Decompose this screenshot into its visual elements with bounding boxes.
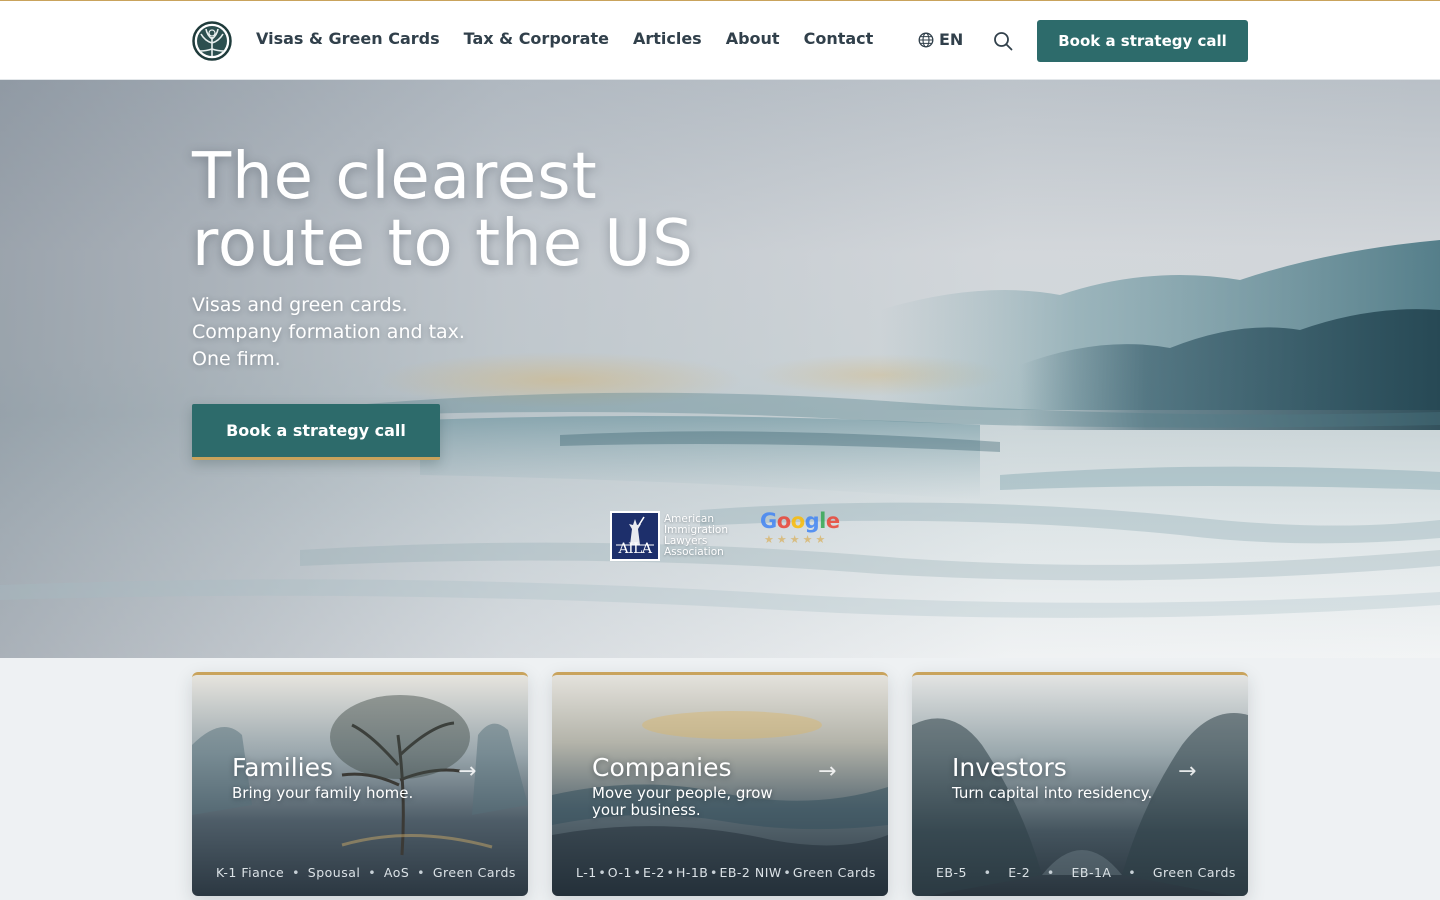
tag-separator: • [983, 865, 992, 880]
card-investors-description: Turn capital into residency. [952, 784, 1153, 802]
card-tag: EB-5 [936, 865, 967, 880]
card-tag: EB-2 NIW [719, 865, 782, 880]
google-wordmark: Google [760, 509, 840, 533]
google-rating-stars: ★ ★ ★ ★ ★ [760, 533, 830, 546]
card-companies[interactable]: Companies Move your people, grow your bu… [552, 672, 888, 896]
nav-contact[interactable]: Contact [804, 29, 874, 48]
card-tag: Green Cards [1152, 865, 1236, 880]
arrow-right-icon: → [458, 759, 477, 784]
hero-title-line-1: The clearest [192, 140, 598, 214]
search-icon[interactable] [992, 30, 1014, 52]
star-icon: ★ [789, 533, 800, 546]
hero-subtitle-line-3: One firm. [192, 348, 281, 370]
hero-subtitle-line-1: Visas and green cards. [192, 294, 408, 316]
hero-section: The clearest route to the US Visas and g… [0, 80, 1440, 658]
card-companies-description: Move your people, grow your business. [592, 784, 773, 819]
hero-subtitle-line-2: Company formation and tax. [192, 321, 465, 343]
book-strategy-call-header-button[interactable]: Book a strategy call [1037, 20, 1248, 62]
tag-separator: • [368, 865, 377, 880]
card-investors-title: Investors [952, 753, 1067, 782]
nav-about[interactable]: About [726, 29, 780, 48]
card-tag: E-2 [1008, 865, 1031, 880]
card-tag: H-1B [675, 865, 709, 880]
tag-separator: • [1128, 865, 1137, 880]
site-header: Visas & Green Cards Tax & Corporate Arti… [0, 0, 1440, 80]
book-strategy-call-hero-button[interactable]: Book a strategy call [192, 404, 440, 460]
tag-separator: • [666, 865, 675, 880]
aila-name-line-4: Association [664, 546, 724, 558]
star-icon: ★ [802, 533, 813, 546]
language-label: EN [939, 30, 964, 49]
star-icon: ★ [764, 533, 774, 546]
card-families[interactable]: Families Bring your family home. → K-1 F… [192, 672, 528, 896]
card-families-tags: K-1 Fiance • Spousal • AoS • Green Cards [216, 865, 516, 880]
main-nav: Visas & Green Cards Tax & Corporate Arti… [256, 29, 873, 48]
card-families-title: Families [232, 753, 334, 782]
nav-articles[interactable]: Articles [633, 29, 702, 48]
card-tag: Spousal [307, 865, 361, 880]
tag-separator: • [633, 865, 642, 880]
nav-visas-green-cards[interactable]: Visas & Green Cards [256, 29, 440, 48]
card-tag: L-1 [576, 865, 597, 880]
card-tag: Green Cards [792, 865, 876, 880]
language-selector[interactable]: EN [918, 30, 963, 49]
google-reviews-badge[interactable]: Google ★ ★ ★ ★ ★ [760, 509, 840, 546]
card-investors[interactable]: Investors Turn capital into residency. →… [912, 672, 1248, 896]
hero-title-line-2: route to the US [192, 207, 694, 281]
aila-logo-icon: AILA [610, 511, 660, 561]
aila-name: American Immigration Lawyers Association [664, 514, 734, 558]
tag-separator: • [783, 865, 792, 880]
card-tag: K-1 Fiance [216, 865, 285, 880]
aila-abbreviation: AILA [618, 541, 652, 557]
hero-subtitle: Visas and green cards. Company formation… [192, 292, 465, 373]
globe-icon [918, 32, 934, 47]
card-tag: Green Cards [432, 865, 516, 880]
tag-separator: • [417, 865, 426, 880]
card-tag: O-1 [607, 865, 632, 880]
tree-of-life-logo-icon[interactable] [192, 21, 232, 61]
hero-title: The clearest route to the US [192, 144, 752, 278]
aila-badge[interactable]: AILA American Immigration Lawyers Associ… [610, 511, 734, 561]
nav-tax-corporate[interactable]: Tax & Corporate [464, 29, 609, 48]
card-tag: E-2 [643, 865, 665, 880]
star-icon: ★ [776, 533, 787, 546]
card-companies-tags: L-1 • O-1 • E-2 • H-1B • EB-2 NIW • Green Cards [576, 865, 876, 880]
tag-separator: • [1046, 865, 1055, 880]
tag-separator: • [598, 865, 607, 880]
tag-separator: • [709, 865, 718, 880]
arrow-right-icon: → [1178, 759, 1197, 784]
card-investors-tags: EB-5 • E-2 • EB-1A • Green Cards [936, 865, 1236, 880]
card-families-description: Bring your family home. [232, 784, 414, 802]
card-tag: EB-1A [1071, 865, 1112, 880]
arrow-right-icon: → [818, 759, 837, 784]
star-icon: ★ [815, 533, 826, 546]
card-companies-title: Companies [592, 753, 732, 782]
card-tag: AoS [383, 865, 410, 880]
tag-separator: • [292, 865, 300, 880]
